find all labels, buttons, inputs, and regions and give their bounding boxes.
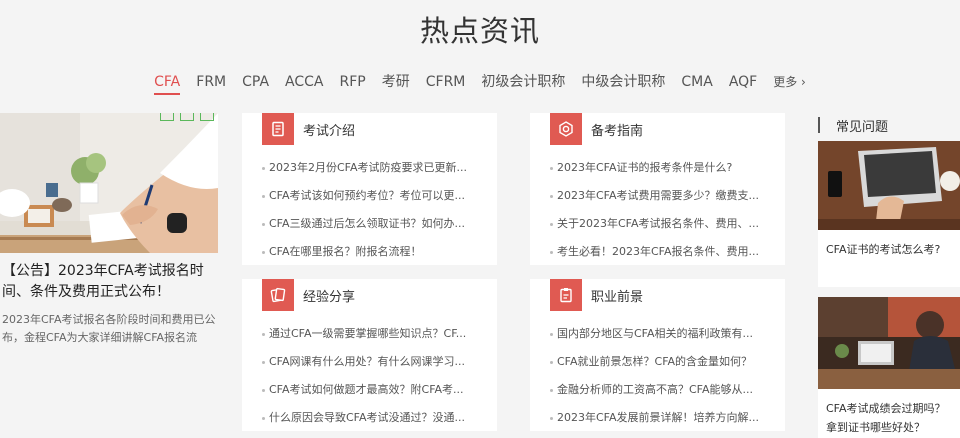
tab-cfa[interactable]: CFA — [154, 71, 181, 95]
list-item[interactable]: CFA考试如何做题才最高效？附CFA考... — [242, 376, 497, 404]
tab-cma[interactable]: CMA — [681, 71, 712, 95]
tab-junior-accountant[interactable]: 初级会计职称 — [481, 71, 565, 95]
tab-rfp[interactable]: RFP — [340, 71, 366, 95]
list-item[interactable]: 2023年CFA考试费用需要多少？缴费支... — [530, 182, 785, 210]
list-item[interactable]: CFA考试该如何预约考位？考位可以更... — [242, 182, 497, 210]
list-item[interactable]: 国内部分地区与CFA相关的福利政策有... — [530, 320, 785, 348]
chevron-right-icon: › — [797, 75, 806, 89]
faq-question[interactable]: CFA证书的考试怎么考? — [818, 240, 960, 259]
tab-cfrm[interactable]: CFRM — [426, 71, 466, 95]
tab-kaoyan[interactable]: 考研 — [382, 71, 410, 95]
list-item[interactable]: 2023年CFA发展前景详解！培养方向解... — [530, 404, 785, 432]
faq-title: 常见问题 — [836, 119, 889, 135]
card-title[interactable]: 考试介绍 — [303, 120, 355, 139]
study-photo[interactable] — [818, 297, 960, 389]
target-icon — [550, 113, 582, 145]
card-exam-intro: 考试介绍 2023年2月份CFA考试防疫要求已更新... CFA考试该如何预约考… — [242, 113, 497, 265]
faq-item[interactable]: CFA证书的考试怎么考? — [818, 141, 960, 287]
more-label: 更多 — [773, 75, 798, 89]
tab-intermediate-accountant[interactable]: 中级会计职称 — [581, 71, 665, 95]
list-item[interactable]: 什么原因会导致CFA考试没通过？没通... — [242, 404, 497, 432]
list-item[interactable]: 关于2023年CFA考试报名条件、费用、... — [530, 210, 785, 238]
document-icon — [262, 113, 294, 145]
clipboard-icon — [550, 279, 582, 311]
faq-item[interactable]: CFA考试成绩会过期吗？拿到证书哪些好处？ — [818, 297, 960, 438]
share-icon[interactable] — [160, 113, 174, 121]
tab-frm[interactable]: FRM — [196, 71, 226, 95]
card-prep-guide: 备考指南 2023年CFA证书的报考条件是什么? 2023年CFA考试费用需要多… — [530, 113, 785, 265]
share-icon — [262, 279, 294, 311]
list-item[interactable]: 考生必看！2023年CFA报名条件、费用... — [530, 238, 785, 266]
page-title: 热点资讯 — [419, 14, 540, 48]
share-icon[interactable] — [200, 113, 214, 121]
list-item[interactable]: 2023年CFA证书的报考条件是什么? — [530, 154, 785, 182]
share-icon[interactable] — [180, 113, 194, 121]
faq-question[interactable]: CFA考试成绩会过期吗？拿到证书哪些好处？ — [818, 399, 960, 437]
list-item[interactable]: CFA三级通过后怎么领取证书？如何办... — [242, 210, 497, 238]
tab-acca[interactable]: ACCA — [285, 71, 323, 95]
faq-panel: 常见问题 CFA证书的考试怎么考? CFA考试成绩会过期吗？拿到证书哪些好处？ — [818, 115, 960, 438]
list-item[interactable]: 通过CFA一级需要掌握哪些知识点？CF... — [242, 320, 497, 348]
list-item[interactable]: CFA网课有什么用处？有什么网课学习... — [242, 348, 497, 376]
tab-more[interactable]: 更多 › — [773, 71, 806, 95]
feature-article[interactable]: 【公告】2023年CFA考试报名时间、条件及费用正式公布！ 2023年CFA考试… — [0, 113, 218, 347]
card-title[interactable]: 职业前景 — [591, 286, 643, 305]
feature-headline[interactable]: 【公告】2023年CFA考试报名时间、条件及费用正式公布！ — [0, 261, 218, 303]
desk-writing-illustration — [0, 113, 218, 253]
share-icons — [156, 113, 218, 121]
list-item[interactable]: 2023年2月份CFA考试防疫要求已更新... — [242, 154, 497, 182]
tab-aqf[interactable]: AQF — [729, 71, 757, 95]
list-item[interactable]: CFA在哪里报名？附报名流程！ — [242, 238, 497, 266]
card-title[interactable]: 备考指南 — [591, 120, 643, 139]
feature-image[interactable] — [0, 113, 218, 253]
list-item[interactable]: CFA就业前景怎样？CFA的含金量如何？ — [530, 348, 785, 376]
category-tabs: CFA FRM CPA ACCA RFP 考研 CFRM 初级会计职称 中级会计… — [0, 70, 960, 96]
card-career: 职业前景 国内部分地区与CFA相关的福利政策有... CFA就业前景怎样？CFA… — [530, 279, 785, 431]
tab-cpa[interactable]: CPA — [242, 71, 269, 95]
list-item[interactable]: 金融分析师的工资高不高？CFA能够从... — [530, 376, 785, 404]
section-marker — [818, 117, 820, 133]
card-experience: 经验分享 通过CFA一级需要掌握哪些知识点？CF... CFA网课有什么用处？有… — [242, 279, 497, 431]
laptop-photo[interactable] — [818, 141, 960, 230]
feature-summary: 2023年CFA考试报名各阶段时间和费用已公布，金程CFA为大家详细讲解CFA报… — [2, 313, 216, 344]
card-title[interactable]: 经验分享 — [303, 286, 355, 305]
